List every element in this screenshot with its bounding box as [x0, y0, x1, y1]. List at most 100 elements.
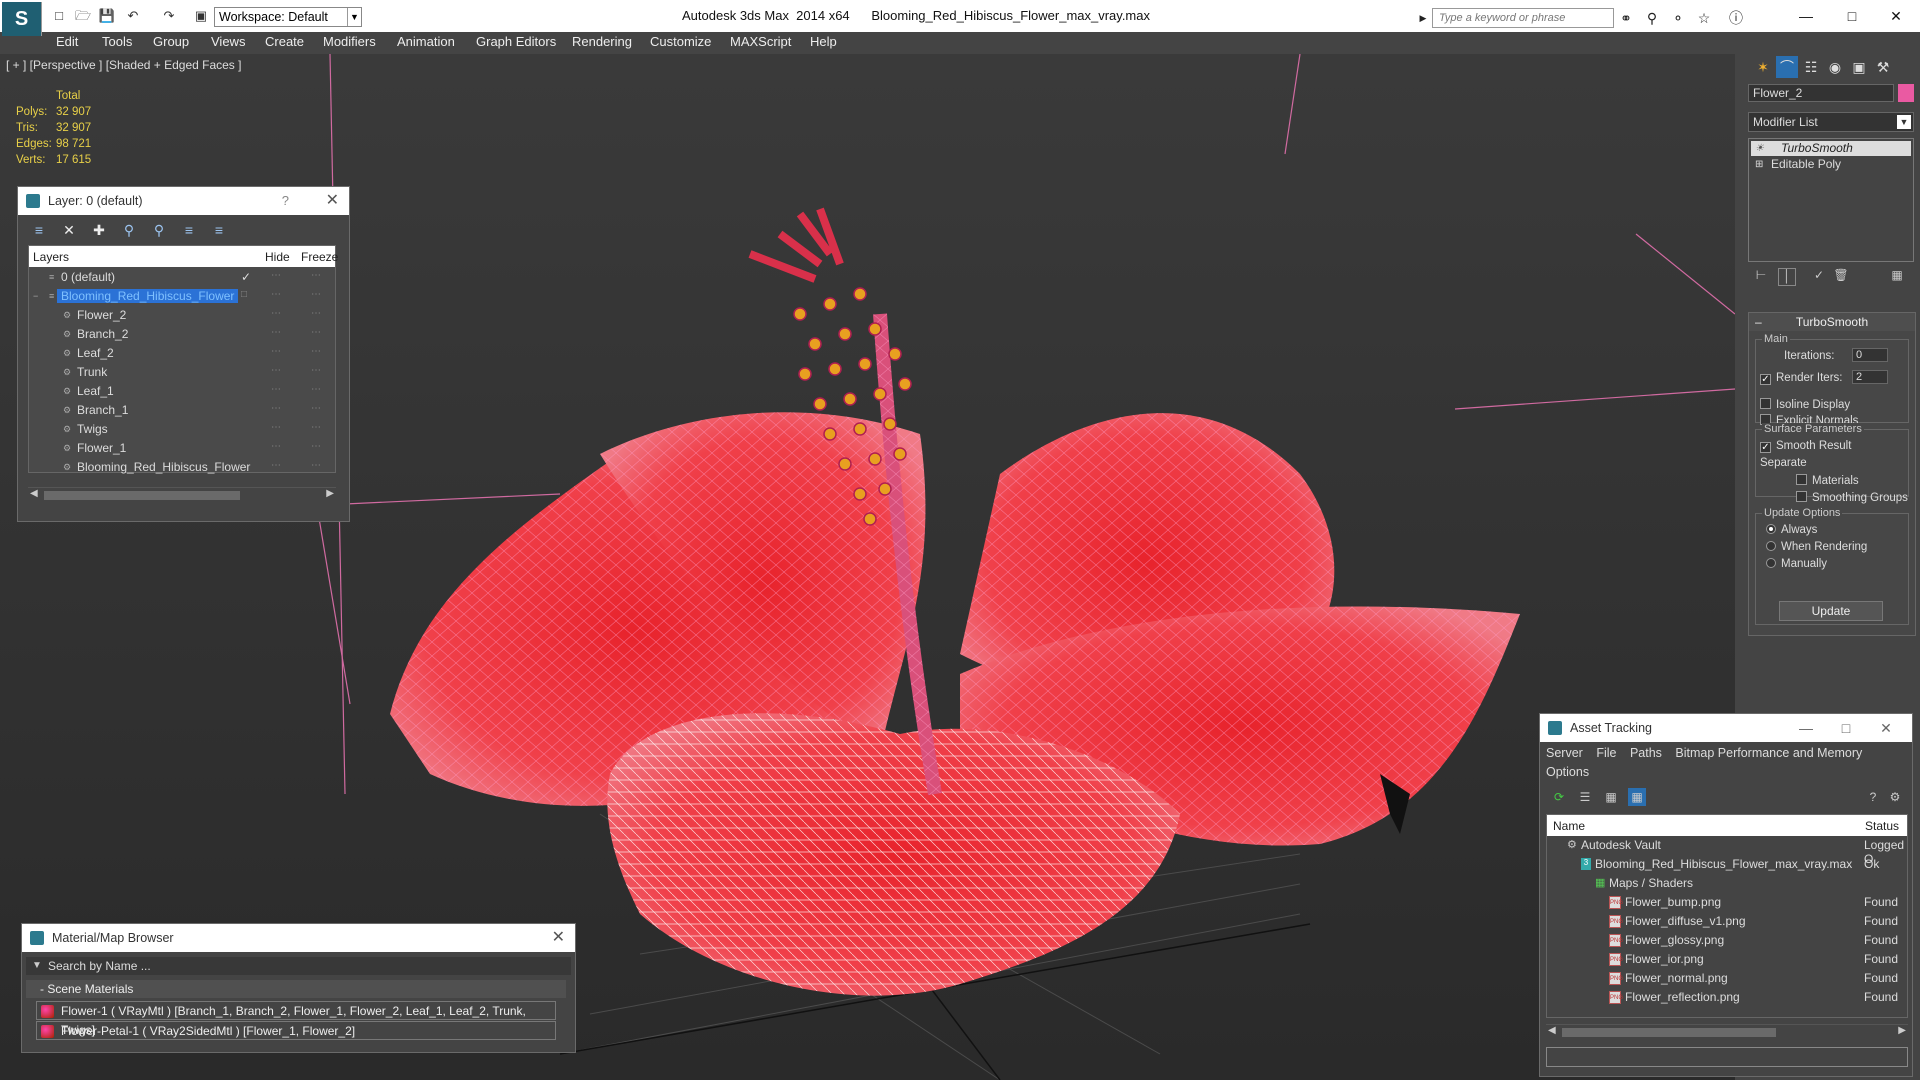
hide-toggle[interactable]: ⋯	[271, 441, 281, 452]
menu-server[interactable]: Server	[1546, 746, 1583, 760]
add-to-layer-icon[interactable]: ✚	[90, 221, 108, 239]
menu-animation[interactable]: Animation	[397, 34, 455, 49]
freeze-toggle[interactable]: ⋯	[311, 327, 321, 338]
asset-row[interactable]: PNG Flower_bump.png Found	[1547, 893, 1907, 912]
material-row[interactable]: Flower-1 ( VRayMtl ) [Branch_1, Branch_2…	[36, 1001, 556, 1037]
scene-materials-header[interactable]: - Scene Materials	[26, 980, 566, 998]
name-column-header[interactable]: Name	[1553, 819, 1585, 833]
hide-toggle[interactable]: ⋯	[271, 403, 281, 414]
freeze-toggle[interactable]: ⋯	[311, 460, 321, 471]
menu-customize[interactable]: Customize	[650, 34, 711, 49]
refresh-icon[interactable]: ⟳	[1550, 788, 1568, 806]
undo-icon[interactable]: ↶	[124, 7, 142, 25]
display-tab-icon[interactable]: ▣	[1848, 56, 1870, 78]
redo-icon[interactable]: ↷	[160, 7, 178, 25]
hide-toggle[interactable]: ⋯	[271, 422, 281, 433]
scroll-right-icon[interactable]: ▶	[326, 488, 334, 499]
minimize-icon[interactable]: —	[1786, 4, 1826, 28]
open-file-icon[interactable]: 🗁	[74, 7, 92, 25]
freeze-toggle[interactable]: ⋯	[311, 422, 321, 433]
layer-panel-titlebar[interactable]: Layer: 0 (default) ? ✕	[18, 187, 349, 215]
menu-create[interactable]: Create	[265, 34, 304, 49]
highlight-layer-icon[interactable]: ⚲	[150, 221, 168, 239]
scrollbar-thumb[interactable]	[44, 491, 240, 500]
select-objects-icon[interactable]: ⚲	[120, 221, 138, 239]
asset-row[interactable]: PNG Flower_reflection.png Found	[1547, 988, 1907, 1007]
collapse-icon[interactable]: –	[1755, 313, 1762, 331]
freeze-toggle[interactable]: ⋯	[311, 289, 321, 300]
material-search-input[interactable]: ▼ Search by Name ...	[26, 957, 571, 975]
create-layer-icon[interactable]: ≡	[30, 221, 48, 239]
save-file-icon[interactable]: 💾	[98, 7, 116, 25]
freeze-toggle[interactable]: ⋯	[311, 365, 321, 376]
close-icon[interactable]: ✕	[1866, 714, 1906, 742]
freeze-toggle[interactable]: ⋯	[311, 270, 321, 281]
close-icon[interactable]: ✕	[326, 187, 339, 215]
hide-toggle[interactable]: ⋯	[271, 346, 281, 357]
project-folder-icon[interactable]: ▣	[192, 7, 210, 25]
object-color-swatch[interactable]	[1898, 84, 1914, 102]
asset-row[interactable]: 3 Blooming_Red_Hibiscus_Flower_max_vray.…	[1547, 855, 1907, 874]
modify-tab-icon[interactable]: ⌒	[1776, 56, 1798, 78]
pin-stack-icon[interactable]: ⊢	[1752, 268, 1770, 286]
layer-row[interactable]: ≡ 0 (default) ✓ ⋯ ⋯	[29, 268, 335, 287]
collapse-icon[interactable]: −	[33, 291, 43, 301]
menu-views[interactable]: Views	[211, 34, 245, 49]
binoculars-icon[interactable]: ⚭	[1616, 8, 1636, 28]
communication-center-icon[interactable]: ⚬	[1668, 8, 1688, 28]
chevron-down-icon[interactable]: ▼	[32, 957, 42, 975]
layer-row[interactable]: ⚙ Blooming_Red_Hibiscus_Flower ⋯ ⋯	[29, 458, 335, 477]
stack-item-turbosmooth[interactable]: ☀ TurboSmooth	[1751, 141, 1911, 156]
menu-maxscript[interactable]: MAXScript	[730, 34, 791, 49]
asset-row[interactable]: PNG Flower_diffuse_v1.png Found	[1547, 912, 1907, 931]
when-rendering-radio[interactable]	[1766, 541, 1776, 551]
isoline-display-checkbox[interactable]	[1760, 398, 1771, 409]
smooth-result-checkbox[interactable]: ✓	[1760, 442, 1771, 453]
scrollbar-thumb[interactable]	[1562, 1028, 1776, 1037]
stack-item-editable-poly[interactable]: ⊞ Editable Poly	[1751, 157, 1911, 172]
freeze-toggle[interactable]: ⋯	[311, 308, 321, 319]
help-icon[interactable]: ?	[1864, 788, 1882, 806]
freeze-all-layers-icon[interactable]: ≡	[210, 221, 228, 239]
freeze-toggle[interactable]: ⋯	[311, 403, 321, 414]
hide-toggle[interactable]: ⋯	[271, 308, 281, 319]
asset-row[interactable]: PNG Flower_ior.png Found	[1547, 950, 1907, 969]
freeze-toggle[interactable]: ⋯	[311, 384, 321, 395]
materials-checkbox[interactable]	[1796, 474, 1807, 485]
asset-row[interactable]: PNG Flower_glossy.png Found	[1547, 931, 1907, 950]
show-end-result-icon[interactable]: │	[1778, 268, 1796, 286]
layer-row[interactable]: ⚙ Branch_1 ⋯ ⋯	[29, 401, 335, 420]
freeze-toggle[interactable]: ⋯	[311, 346, 321, 357]
menu-bitmap-performance[interactable]: Bitmap Performance and Memory	[1675, 746, 1862, 760]
material-row[interactable]: Flower-Petal-1 ( VRay2SidedMtl ) [Flower…	[36, 1021, 556, 1040]
close-icon[interactable]: ✕	[552, 924, 565, 952]
menu-file[interactable]: File	[1596, 746, 1616, 760]
settings-help-icon[interactable]: ⚙	[1886, 788, 1904, 806]
grid-view-icon[interactable]: ▦	[1628, 788, 1646, 806]
layer-row[interactable]: ⚙ Trunk ⋯ ⋯	[29, 363, 335, 382]
layer-row[interactable]: ⚙ Branch_2 ⋯ ⋯	[29, 325, 335, 344]
maximize-icon[interactable]: □	[1832, 4, 1872, 28]
maximize-icon[interactable]: □	[1826, 714, 1866, 742]
hide-toggle[interactable]: ⋯	[271, 289, 281, 300]
expand-arrow-icon[interactable]: ▶	[1418, 8, 1428, 28]
update-button[interactable]: Update	[1779, 601, 1883, 621]
motion-tab-icon[interactable]: ◉	[1824, 56, 1846, 78]
scroll-left-icon[interactable]: ◀	[1548, 1025, 1556, 1036]
render-iters-checkbox[interactable]: ✓	[1760, 374, 1771, 385]
layer-row[interactable]: ⚙ Leaf_2 ⋯ ⋯	[29, 344, 335, 363]
asset-tracking-titlebar[interactable]: Asset Tracking — □ ✕	[1540, 714, 1912, 742]
rollout-header[interactable]: – TurboSmooth	[1749, 313, 1915, 331]
asset-row[interactable]: ⚙ Autodesk Vault Logged O	[1547, 836, 1907, 866]
layers-column-header[interactable]: Layers	[33, 250, 69, 264]
list-view-icon[interactable]: ☰	[1576, 788, 1594, 806]
hide-toggle[interactable]: ⋯	[271, 460, 281, 471]
menu-graph-editors[interactable]: Graph Editors	[476, 34, 556, 49]
menu-modifiers[interactable]: Modifiers	[323, 34, 376, 49]
minimize-icon[interactable]: —	[1786, 714, 1826, 742]
viewport-label[interactable]: [ + ] [Perspective ] [Shaded + Edged Fac…	[6, 58, 241, 72]
hide-toggle[interactable]: ⋯	[271, 365, 281, 376]
manually-radio[interactable]	[1766, 558, 1776, 568]
help-icon[interactable]: ⓘ	[1726, 8, 1746, 28]
menu-edit[interactable]: Edit	[56, 34, 78, 49]
